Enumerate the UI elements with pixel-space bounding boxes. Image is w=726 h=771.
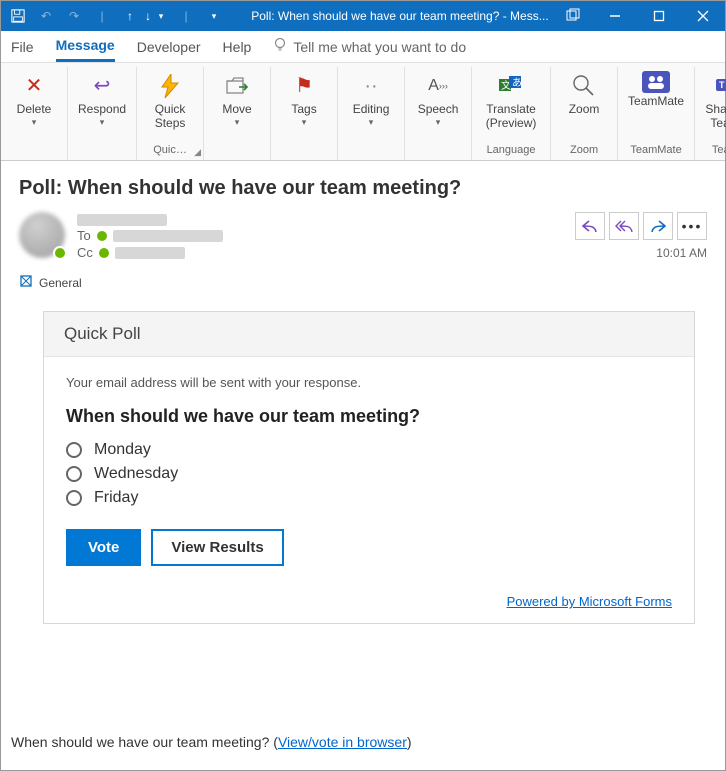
category-name[interactable]: General: [39, 276, 82, 290]
teams-icon: T: [713, 71, 726, 101]
tab-message[interactable]: Message: [56, 31, 115, 62]
arrow-down-icon[interactable]: ↓▾: [145, 1, 171, 31]
radio-icon: [66, 442, 82, 458]
svg-text:あ: あ: [512, 77, 522, 89]
minimize-button[interactable]: [593, 1, 637, 31]
presence-indicator: [53, 246, 67, 260]
category-icon: [19, 274, 33, 291]
dialog-launcher-icon[interactable]: ◢: [194, 147, 201, 158]
speech-icon: A›››: [423, 71, 453, 101]
message-header: Poll: When should we have our team meeti…: [1, 161, 725, 266]
maximize-button[interactable]: [637, 1, 681, 31]
zoom-button[interactable]: Zoom: [557, 69, 611, 119]
title-bar: ↶ ↷ | ↑ ↓▾ | ▾ Poll: When should we have…: [1, 1, 725, 31]
translate-button[interactable]: 文あ Translate (Preview): [478, 69, 544, 133]
poll-title: Quick Poll: [44, 312, 694, 357]
tab-file[interactable]: File: [11, 33, 34, 61]
zoom-icon: [569, 71, 599, 101]
teammate-icon: [642, 71, 670, 93]
view-in-browser-link[interactable]: View/vote in browser: [278, 734, 407, 750]
radio-icon: [66, 466, 82, 482]
poll-option[interactable]: Friday: [66, 489, 672, 507]
footer-line: When should we have our team meeting? (V…: [11, 734, 412, 750]
view-results-button[interactable]: View Results: [151, 529, 283, 566]
to-recipient: [113, 230, 223, 242]
poll-option[interactable]: Monday: [66, 441, 672, 459]
forward-button[interactable]: [643, 212, 673, 240]
overflow-icon[interactable]: ▾: [201, 1, 227, 31]
tell-me-placeholder: Tell me what you want to do: [293, 39, 466, 55]
sender-name: [77, 214, 167, 226]
speech-button[interactable]: A››› Speech ▾: [411, 69, 465, 129]
arrow-up-icon[interactable]: ↑: [117, 1, 143, 31]
reply-button[interactable]: [575, 212, 605, 240]
editing-button[interactable]: ·· Editing ▾: [344, 69, 398, 129]
tell-me-search[interactable]: Tell me what you want to do: [273, 37, 466, 56]
quick-steps-button[interactable]: Quick Steps: [143, 69, 197, 133]
window-title: Poll: When should we have our team meeti…: [227, 9, 553, 23]
tags-button[interactable]: ⚑ Tags ▾: [277, 69, 331, 129]
svg-text:T: T: [719, 80, 725, 90]
reply-all-button[interactable]: [609, 212, 639, 240]
editing-icon: ··: [356, 71, 386, 101]
to-label: To: [77, 228, 91, 243]
cc-label: Cc: [77, 245, 93, 260]
close-button[interactable]: [681, 1, 725, 31]
category-line: General: [1, 266, 725, 299]
radio-icon: [66, 490, 82, 506]
avatar[interactable]: [19, 212, 65, 258]
share-to-teams-button[interactable]: T Share to Teams: [701, 69, 726, 133]
delete-icon: ✕: [19, 71, 49, 101]
poll-note: Your email address will be sent with you…: [66, 375, 672, 390]
flag-icon: ⚑: [289, 71, 319, 101]
vote-button[interactable]: Vote: [66, 529, 141, 566]
more-actions-button[interactable]: •••: [677, 212, 707, 240]
respond-button[interactable]: ↩ Respond ▾: [74, 69, 130, 129]
save-icon[interactable]: [5, 1, 31, 31]
poll-card: Quick Poll Your email address will be se…: [43, 311, 695, 624]
cc-recipient: [115, 247, 185, 259]
quick-access-toolbar: ↶ ↷ | ↑ ↓▾ | ▾: [1, 1, 227, 31]
window-controls: [593, 1, 725, 31]
move-icon: [222, 71, 252, 101]
lightbulb-icon: [273, 37, 287, 56]
presence-dot-icon: [97, 231, 107, 241]
timestamp: 10:01 AM: [656, 246, 707, 260]
teammate-button[interactable]: TeamMate: [624, 69, 688, 111]
respond-icon: ↩: [87, 71, 117, 101]
tab-help[interactable]: Help: [223, 33, 252, 61]
redo-icon[interactable]: ↷: [61, 1, 87, 31]
ribbon: ✕ Delete ▾ ↩ Respond ▾ Quick Steps: [1, 63, 725, 161]
message-actions: •••: [575, 212, 707, 240]
presence-dot-icon: [99, 248, 109, 258]
window-popup-icon[interactable]: [553, 8, 593, 25]
poll-question: When should we have our team meeting?: [66, 406, 672, 427]
poll-option[interactable]: Wednesday: [66, 465, 672, 483]
move-button[interactable]: Move ▾: [210, 69, 264, 129]
tab-developer[interactable]: Developer: [137, 33, 201, 61]
forms-link[interactable]: Powered by Microsoft Forms: [507, 594, 672, 609]
undo-icon[interactable]: ↶: [33, 1, 59, 31]
translate-icon: 文あ: [496, 71, 526, 101]
lightning-icon: [155, 71, 185, 101]
subject-line: Poll: When should we have our team meeti…: [19, 177, 707, 200]
ribbon-tabs: File Message Developer Help Tell me what…: [1, 31, 725, 63]
delete-button[interactable]: ✕ Delete ▾: [7, 69, 61, 129]
